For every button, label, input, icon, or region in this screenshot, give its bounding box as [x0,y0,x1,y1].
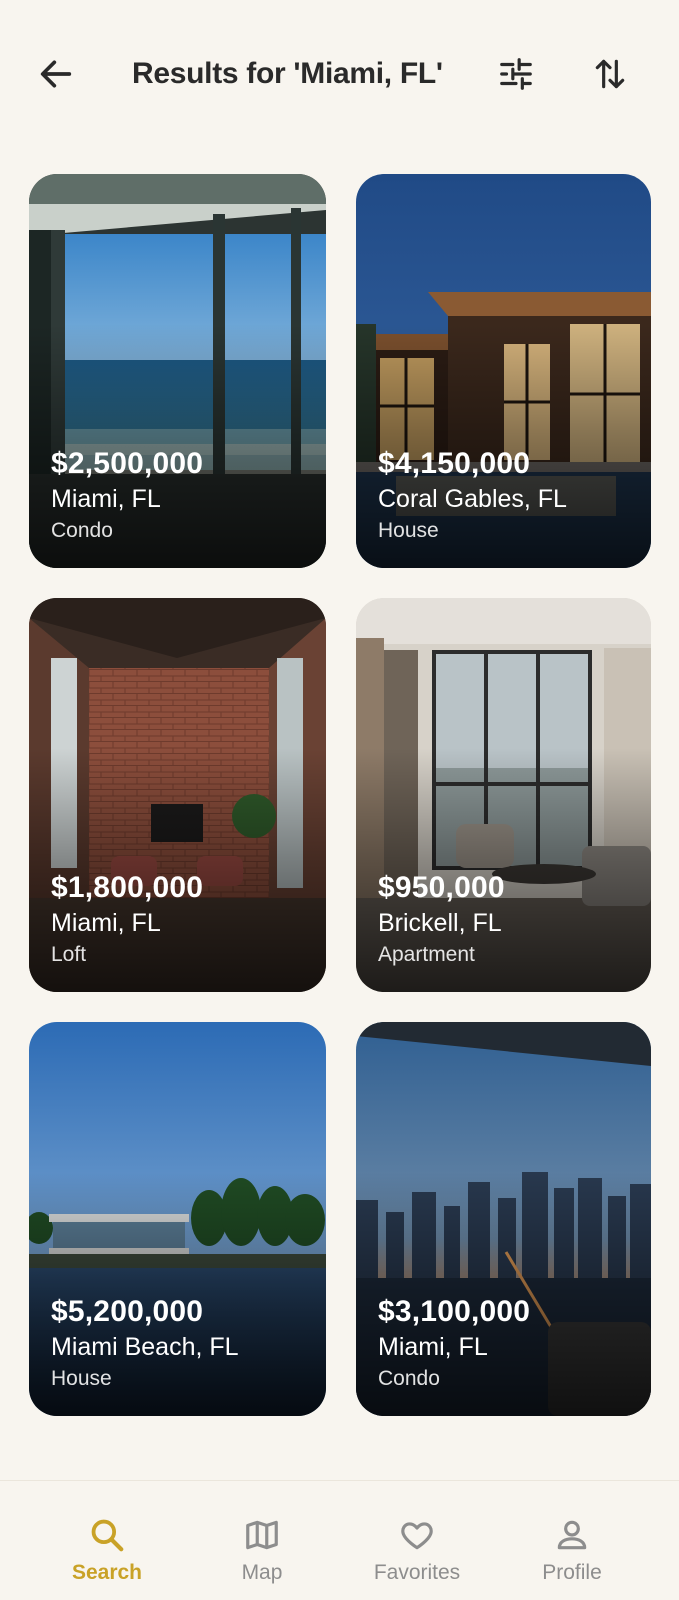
listing-card[interactable]: $1,800,000 Miami, FL Loft [29,598,326,992]
nav-label: Search [71,1561,143,1584]
nav-label: Profile [542,1561,602,1584]
listing-price: $5,200,000 [51,1295,204,1328]
heart-icon [401,1522,433,1550]
nav-label: Favorites [373,1561,461,1584]
listing-card[interactable]: $2,500,000 Miami, FL Condo [29,174,326,568]
search-icon [91,1519,124,1552]
nav-label: Map [241,1561,283,1584]
app-root: Results for 'Miami, FL' $2,500,000 Miami… [0,0,679,1600]
listing-location: Miami, FL [378,1333,488,1361]
listing-price: $2,500,000 [51,447,204,480]
nav-item-search[interactable]: Search [37,1481,177,1600]
listing-location: Coral Gables, FL [378,485,567,513]
listings-grid: $2,500,000 Miami, FL Condo $4,150,000 Co… [29,174,651,1416]
listing-location: Miami, FL [51,485,161,513]
listing-info: $950,000 Brickell, FL Apartment [378,870,505,970]
listing-info: $2,500,000 Miami, FL Condo [51,446,203,546]
listing-card[interactable]: $3,100,000 Miami, FL Condo [356,1022,651,1416]
sliders-icon [500,58,532,90]
listing-info: $3,100,000 Miami, FL Condo [378,1294,530,1394]
user-icon [557,1520,587,1550]
listing-price: $4,150,000 [378,447,531,480]
listing-card[interactable]: $5,200,000 Miami Beach, FL House [29,1022,326,1416]
listing-card[interactable]: $4,150,000 Coral Gables, FL House [356,174,651,568]
arrow-left-icon [40,60,72,88]
nav-item-favorites[interactable]: Favorites [347,1481,487,1600]
top-bar: Results for 'Miami, FL' [0,0,679,145]
listing-type: Condo [51,519,113,542]
sort-button[interactable] [584,48,636,100]
back-button[interactable] [30,48,82,100]
nav-item-profile[interactable]: Profile [502,1481,642,1600]
listing-type: Loft [51,943,87,966]
listing-type: Condo [378,1367,440,1390]
sort-arrows-icon [595,59,625,89]
listing-type: House [51,1367,112,1390]
listing-location: Miami Beach, FL [51,1333,239,1361]
map-icon [246,1520,278,1550]
bottom-nav: Search Map Favorites Profile [0,1480,679,1600]
listing-location: Miami, FL [51,909,161,937]
listing-type: House [378,519,439,542]
listing-price: $3,100,000 [378,1295,531,1328]
filter-button[interactable] [490,48,542,100]
listing-info: $1,800,000 Miami, FL Loft [51,870,203,970]
listing-location: Brickell, FL [378,909,502,937]
listing-info: $4,150,000 Coral Gables, FL House [378,446,567,546]
listing-price: $950,000 [378,871,505,904]
listing-info: $5,200,000 Miami Beach, FL House [51,1294,239,1394]
listing-price: $1,800,000 [51,871,204,904]
listing-card[interactable]: $950,000 Brickell, FL Apartment [356,598,651,992]
nav-item-map[interactable]: Map [192,1481,332,1600]
page-title: Results for 'Miami, FL' [132,57,443,90]
listing-type: Apartment [378,943,475,966]
